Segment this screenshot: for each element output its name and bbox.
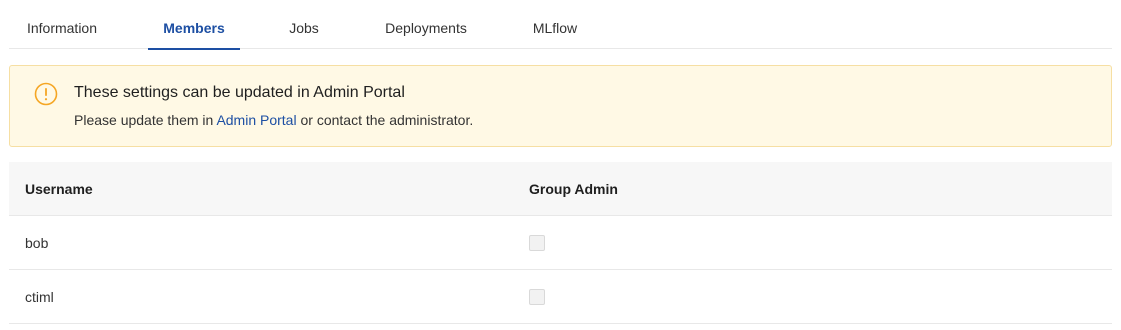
- column-header-username: Username: [25, 181, 93, 197]
- group-admin-checkbox[interactable]: [529, 289, 545, 305]
- members-table: Username Group Admin bob ctiml: [9, 162, 1112, 324]
- alert-title: These settings can be updated in Admin P…: [74, 84, 405, 101]
- table-header: Username Group Admin: [9, 162, 1112, 216]
- table-row: ctiml: [9, 270, 1112, 324]
- tab-bar: Information Members Jobs Deployments MLf…: [9, 0, 1112, 50]
- admin-portal-alert: These settings can be updated in Admin P…: [9, 65, 1112, 147]
- alert-description: Please update them in Admin Portal or co…: [74, 112, 473, 128]
- alert-desc-prefix: Please update them in: [74, 112, 217, 128]
- tab-information[interactable]: Information: [9, 0, 115, 49]
- warning-circle-icon: [34, 82, 58, 106]
- table-row: bob: [9, 216, 1112, 270]
- column-header-group-admin: Group Admin: [529, 181, 618, 197]
- tab-deployments[interactable]: Deployments: [369, 0, 483, 49]
- username-cell: bob: [25, 235, 49, 251]
- tab-jobs[interactable]: Jobs: [275, 0, 333, 49]
- admin-portal-link[interactable]: Admin Portal: [216, 112, 296, 128]
- group-admin-checkbox[interactable]: [529, 235, 545, 251]
- alert-desc-suffix: or contact the administrator.: [296, 112, 474, 128]
- username-cell: ctiml: [25, 289, 54, 305]
- tab-mlflow[interactable]: MLflow: [518, 0, 592, 49]
- tab-members[interactable]: Members: [148, 0, 240, 50]
